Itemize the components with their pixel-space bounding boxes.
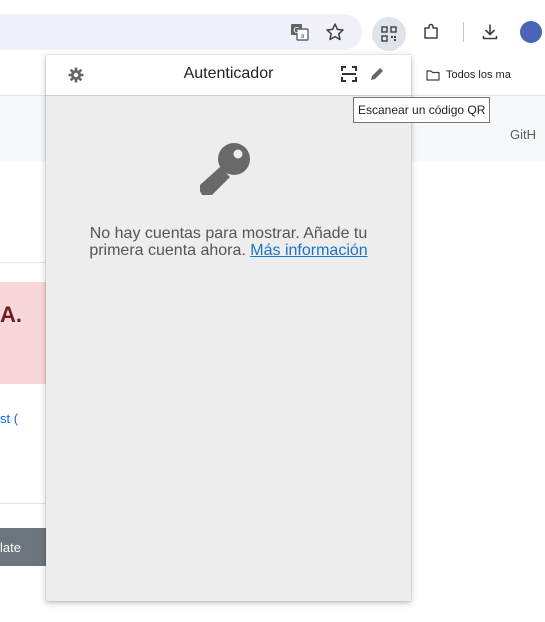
screen: G a Todos los ma GitH A. st (late Auten… <box>0 0 545 622</box>
more-info-link[interactable]: Más información <box>250 242 367 259</box>
toolbar-separator <box>463 22 464 42</box>
authenticator-extension-button[interactable] <box>372 17 406 51</box>
popup-header: Autenticador <box>46 55 411 96</box>
alert-text: A. <box>0 302 22 327</box>
github-text[interactable]: GitH <box>510 127 536 142</box>
browser-toolbar: G a <box>0 0 545 55</box>
authenticator-popup: Autenticador No hay cuentas para mostrar… <box>46 55 411 601</box>
scan-qr-icon[interactable] <box>340 65 358 83</box>
folder-icon <box>426 70 440 81</box>
scan-qr-tooltip: Escanear un código QR <box>353 97 491 123</box>
svg-text:a: a <box>300 32 304 40</box>
page-link[interactable]: st ( <box>0 411 18 426</box>
all-bookmarks-folder[interactable]: Todos los ma <box>426 63 511 87</box>
svg-text:G: G <box>293 26 299 35</box>
pencil-icon[interactable] <box>368 65 386 83</box>
all-bookmarks-label: Todos los ma <box>446 69 511 81</box>
key-icon <box>200 143 250 195</box>
qr-extension-icon <box>381 26 397 42</box>
star-icon[interactable] <box>325 22 345 42</box>
download-icon[interactable] <box>480 22 500 42</box>
extensions-icon[interactable] <box>421 22 441 42</box>
empty-state-message: No hay cuentas para mostrar. Añade tu pr… <box>66 225 391 259</box>
profile-avatar[interactable] <box>520 21 542 43</box>
translate-icon[interactable]: G a <box>290 22 310 42</box>
